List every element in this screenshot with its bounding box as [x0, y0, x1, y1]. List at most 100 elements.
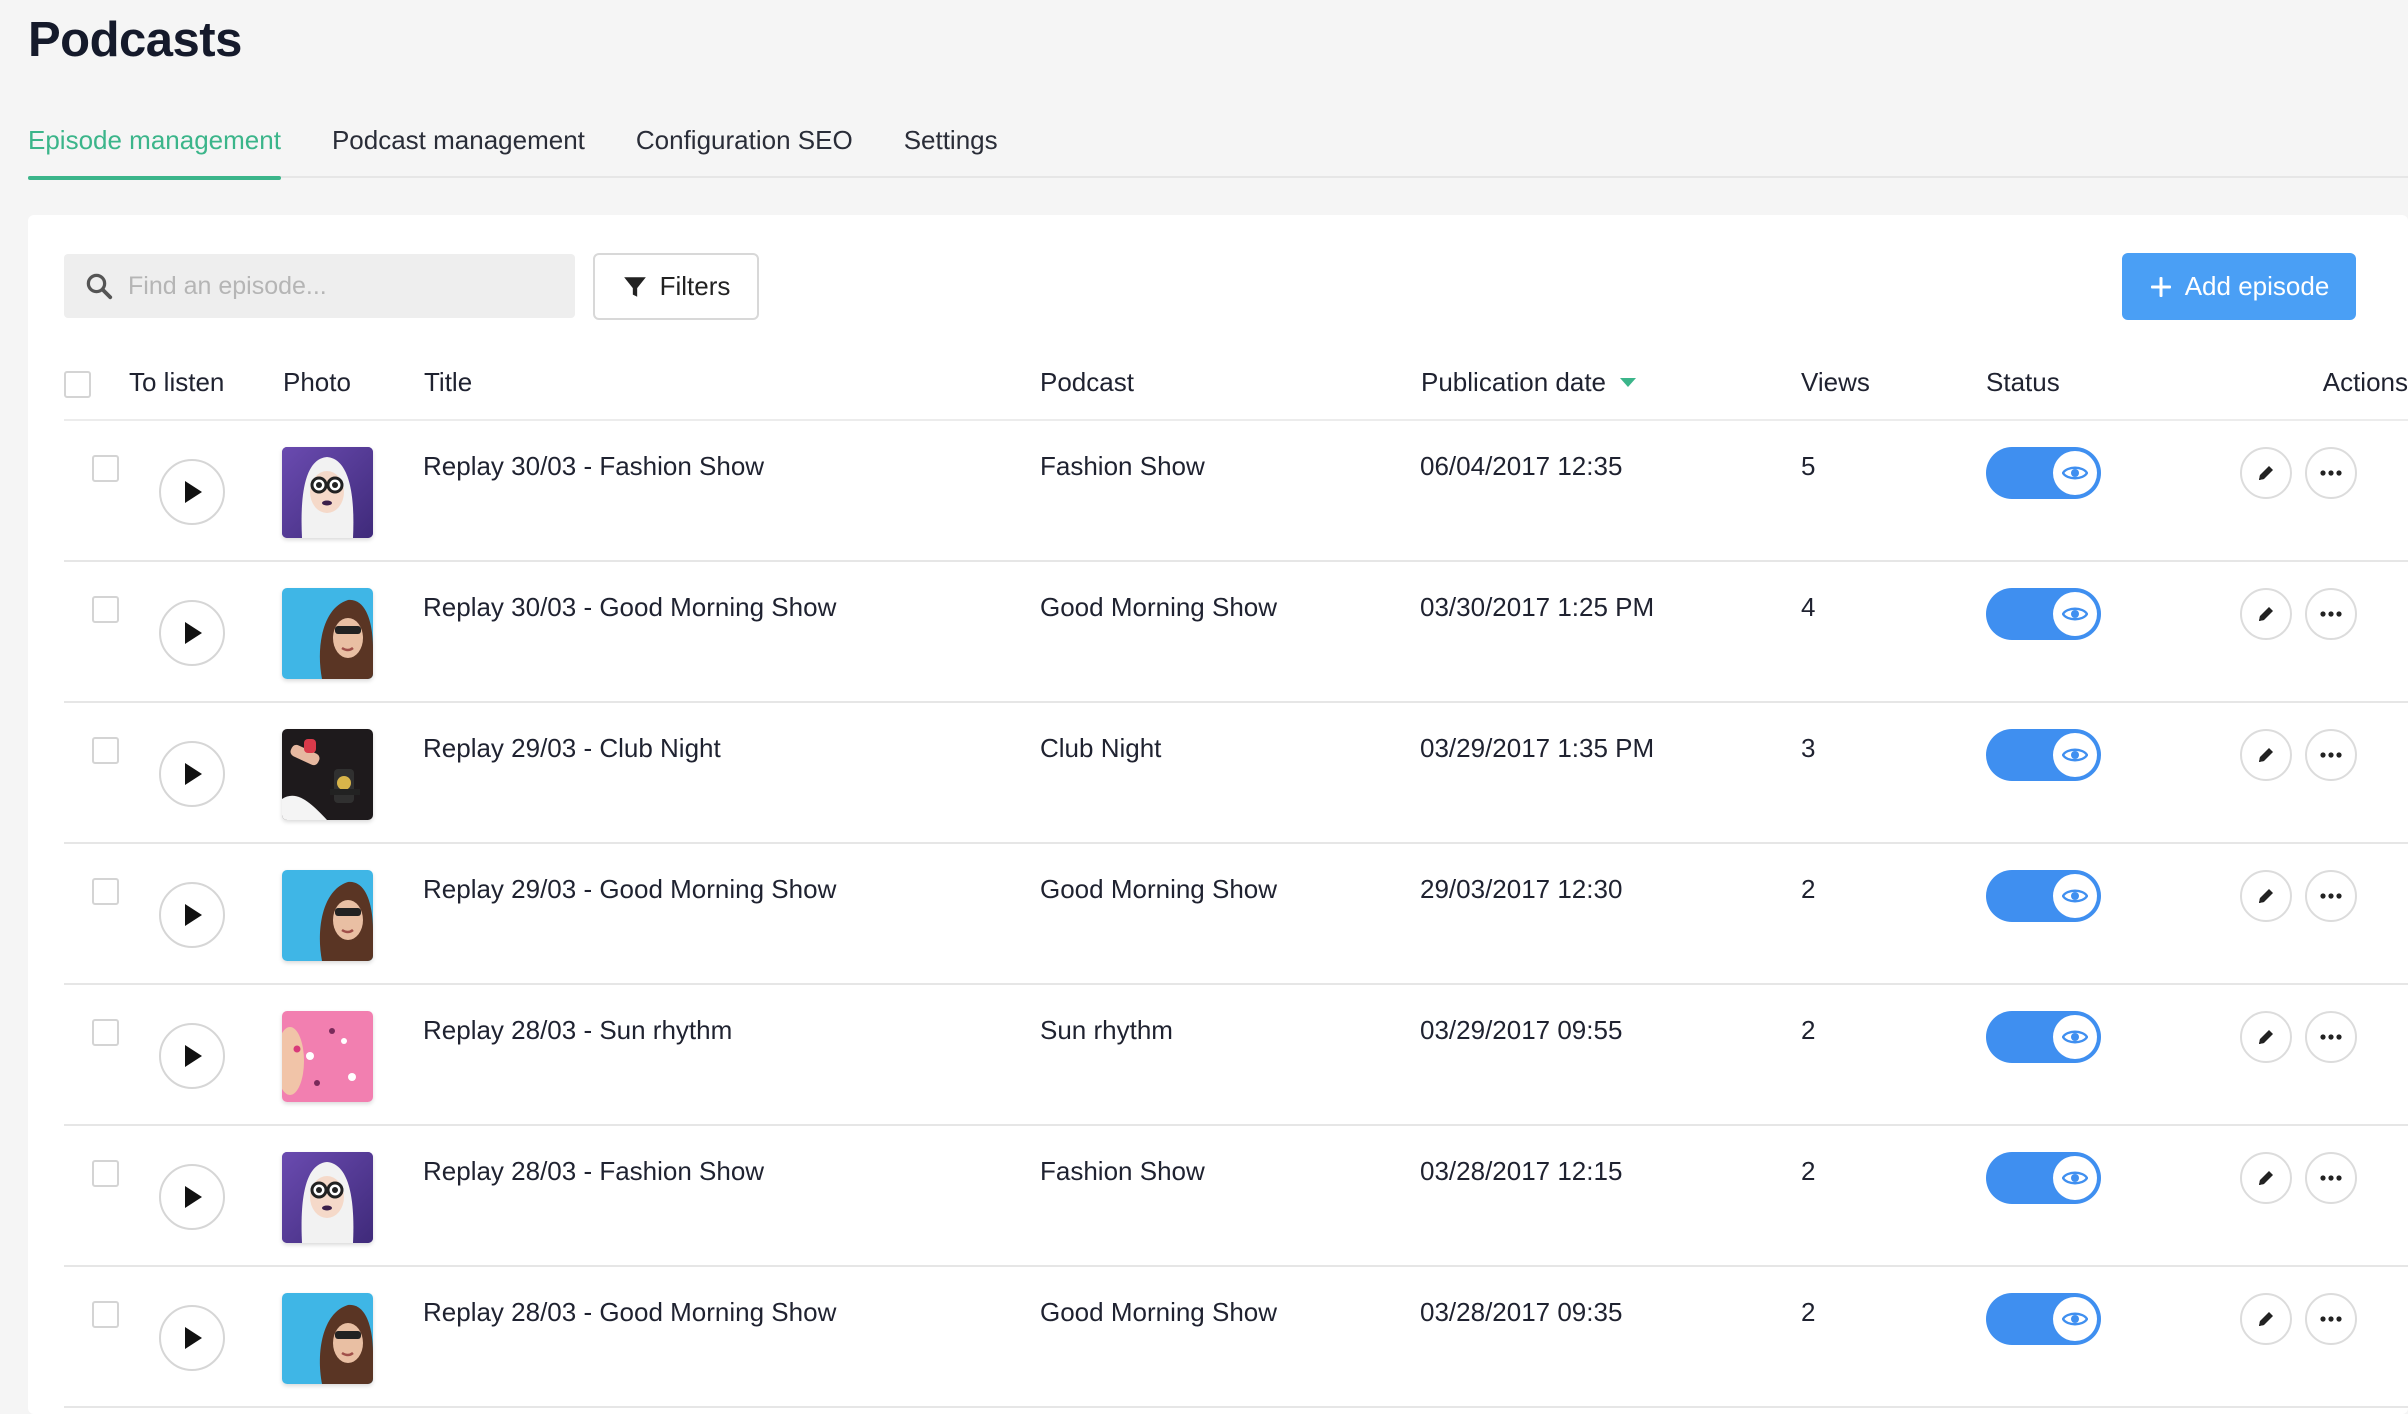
episode-publication-date: 03/28/2017 09:35 — [1420, 1297, 1623, 1327]
edit-button[interactable] — [2240, 1011, 2292, 1063]
pencil-icon — [2259, 1312, 2273, 1326]
column-header-status: Status — [1986, 367, 2060, 397]
tab-bar: Episode management Podcast management Co… — [28, 118, 2408, 180]
episode-title: Replay 30/03 - Fashion Show — [423, 451, 765, 481]
pencil-icon — [2259, 1030, 2273, 1044]
more-actions-button[interactable] — [2305, 870, 2357, 922]
play-icon — [185, 1327, 202, 1349]
episode-title: Replay 29/03 - Good Morning Show — [423, 874, 837, 904]
play-icon — [185, 481, 202, 503]
more-horizontal-icon — [2320, 752, 2342, 758]
play-button[interactable] — [159, 1164, 225, 1230]
table-row: Replay 29/03 - Club Night Club Night 03/… — [64, 703, 2408, 844]
episode-views: 5 — [1801, 451, 1816, 481]
play-button[interactable] — [159, 600, 225, 666]
episode-podcast: Club Night — [1040, 733, 1162, 763]
eye-icon — [2062, 889, 2088, 903]
status-toggle[interactable] — [1986, 588, 2101, 640]
column-header-views: Views — [1801, 367, 1870, 397]
edit-button[interactable] — [2240, 729, 2292, 781]
row-checkbox[interactable] — [92, 878, 119, 905]
row-checkbox[interactable] — [92, 1019, 119, 1046]
episode-thumbnail — [282, 1293, 373, 1384]
tab-podcast-management[interactable]: Podcast management — [332, 118, 585, 178]
column-header-publication-date[interactable]: Publication date — [1421, 367, 1637, 398]
episode-publication-date: 29/03/2017 12:30 — [1420, 874, 1623, 904]
more-horizontal-icon — [2320, 893, 2342, 899]
more-horizontal-icon — [2320, 1175, 2342, 1181]
tab-episode-management[interactable]: Episode management — [28, 118, 281, 180]
page-title: Podcasts — [28, 13, 242, 67]
more-actions-button[interactable] — [2305, 588, 2357, 640]
eye-icon — [2062, 607, 2088, 621]
search-icon — [86, 273, 113, 300]
episode-publication-date: 06/04/2017 12:35 — [1420, 451, 1623, 481]
episode-podcast: Fashion Show — [1040, 451, 1205, 481]
episode-thumbnail — [282, 870, 373, 961]
status-toggle-knob — [2053, 874, 2097, 918]
eye-icon — [2062, 748, 2088, 762]
row-checkbox[interactable] — [92, 1160, 119, 1187]
filters-label: Filters — [659, 271, 731, 301]
edit-button[interactable] — [2240, 1293, 2292, 1345]
status-toggle-knob — [2053, 592, 2097, 636]
more-actions-button[interactable] — [2305, 447, 2357, 499]
more-actions-button[interactable] — [2305, 1293, 2357, 1345]
status-toggle-knob — [2053, 1015, 2097, 1059]
column-header-actions: Actions — [2322, 367, 2408, 397]
add-episode-label: Add episode — [2184, 271, 2330, 301]
status-toggle[interactable] — [1986, 1011, 2101, 1063]
episode-thumbnail — [282, 1011, 373, 1102]
edit-button[interactable] — [2240, 870, 2292, 922]
row-checkbox[interactable] — [92, 1301, 119, 1328]
edit-button[interactable] — [2240, 447, 2292, 499]
eye-icon — [2062, 466, 2088, 480]
more-actions-button[interactable] — [2305, 1152, 2357, 1204]
play-button[interactable] — [159, 882, 225, 948]
filters-button[interactable]: Filters — [593, 253, 759, 320]
column-header-title: Title — [424, 367, 473, 397]
search-input[interactable] — [128, 271, 548, 301]
eye-icon — [2062, 1171, 2088, 1185]
tab-configuration-seo[interactable]: Configuration SEO — [636, 118, 853, 178]
episode-title: Replay 28/03 - Fashion Show — [423, 1156, 765, 1186]
more-actions-button[interactable] — [2305, 1011, 2357, 1063]
episode-podcast: Sun rhythm — [1040, 1015, 1173, 1045]
select-all-checkbox[interactable] — [64, 371, 91, 398]
episode-publication-date: 03/30/2017 1:25 PM — [1420, 592, 1655, 622]
play-button[interactable] — [159, 741, 225, 807]
play-button[interactable] — [159, 459, 225, 525]
search-box[interactable] — [64, 254, 575, 318]
more-horizontal-icon — [2320, 470, 2342, 476]
eye-icon — [2062, 1030, 2088, 1044]
row-checkbox[interactable] — [92, 596, 119, 623]
tab-settings[interactable]: Settings — [904, 118, 998, 178]
play-icon — [185, 763, 202, 785]
episode-publication-date: 03/29/2017 09:55 — [1420, 1015, 1623, 1045]
episode-views: 2 — [1801, 1156, 1816, 1186]
plus-icon — [2150, 276, 2171, 297]
edit-button[interactable] — [2240, 1152, 2292, 1204]
status-toggle-knob — [2053, 451, 2097, 495]
filter-icon — [623, 276, 646, 297]
play-button[interactable] — [159, 1023, 225, 1089]
play-icon — [185, 622, 202, 644]
status-toggle[interactable] — [1986, 447, 2101, 499]
more-horizontal-icon — [2320, 1316, 2342, 1322]
status-toggle[interactable] — [1986, 1293, 2101, 1345]
episode-podcast: Good Morning Show — [1040, 592, 1278, 622]
episode-thumbnail — [282, 729, 373, 820]
edit-button[interactable] — [2240, 588, 2292, 640]
status-toggle[interactable] — [1986, 870, 2101, 922]
status-toggle[interactable] — [1986, 1152, 2101, 1204]
episode-thumbnail — [282, 1152, 373, 1243]
more-horizontal-icon — [2320, 611, 2342, 617]
row-checkbox[interactable] — [92, 455, 119, 482]
episode-podcast: Good Morning Show — [1040, 1297, 1278, 1327]
more-actions-button[interactable] — [2305, 729, 2357, 781]
episode-title: Replay 28/03 - Sun rhythm — [423, 1015, 733, 1045]
status-toggle[interactable] — [1986, 729, 2101, 781]
add-episode-button[interactable]: Add episode — [2122, 253, 2356, 320]
row-checkbox[interactable] — [92, 737, 119, 764]
play-button[interactable] — [159, 1305, 225, 1371]
